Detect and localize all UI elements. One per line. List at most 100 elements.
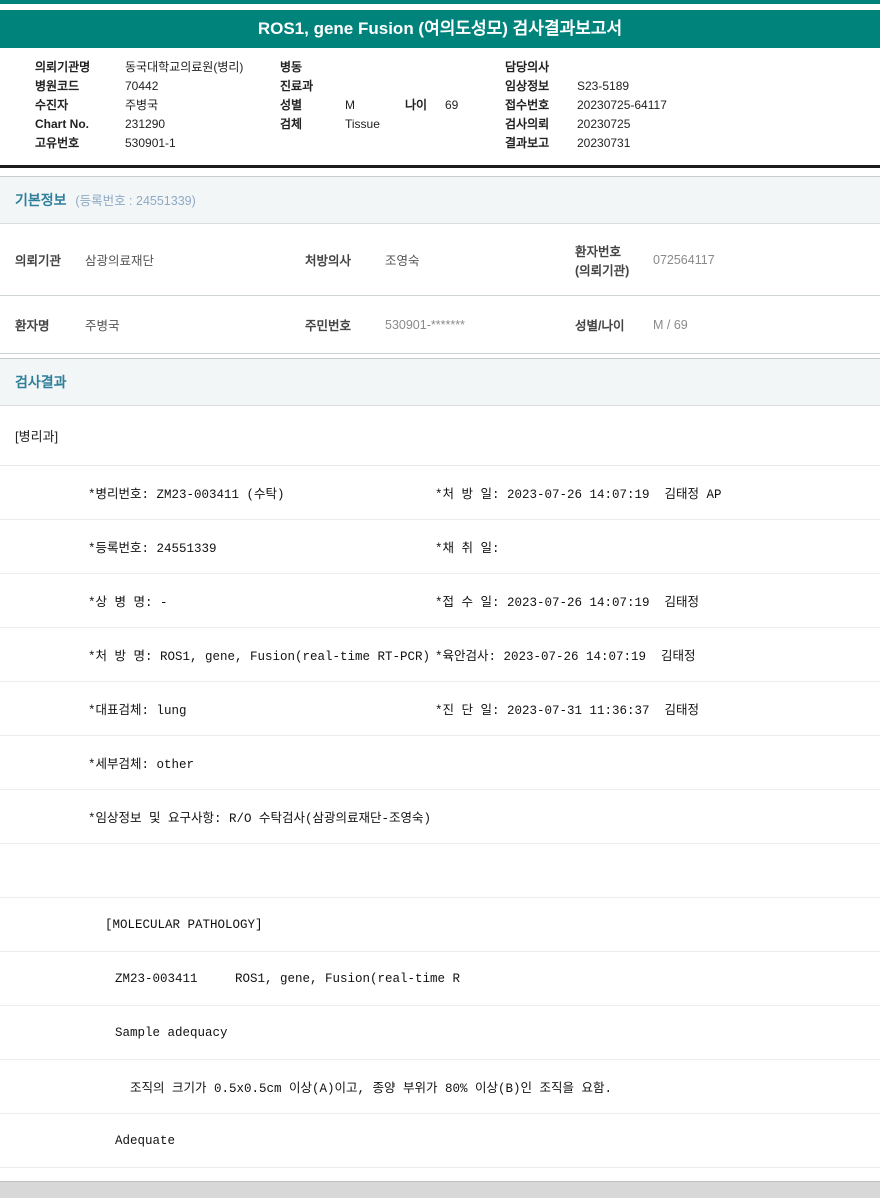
- table-row: 환자명 주병국 주민번호 530901-******* 성별/나이 M / 69: [0, 296, 880, 354]
- top-accent-rule: [0, 0, 880, 4]
- result-right-text: *진 단 일: 2023-07-31 11:36:37 김태정: [435, 704, 700, 718]
- cell-label: 환자명: [15, 319, 50, 333]
- field-department: 진료과: [280, 77, 505, 96]
- field-value: 20230731: [577, 136, 631, 150]
- result-line-adequacy-result: Adequate: [0, 1114, 880, 1168]
- field-clinical-info: 임상정보 S23-5189: [505, 77, 880, 96]
- result-left-text: 조직의 크기가 0.5x0.5cm 이상(A)이고, 종양 부위가 80% 이상…: [130, 1082, 613, 1096]
- cell-label: 환자번호 (의뢰기관): [575, 241, 653, 279]
- department-label: [병리과]: [0, 406, 880, 466]
- section-title: 검사결과: [15, 374, 67, 390]
- result-line-pathology-no: *병리번호: ZM23-003411 (수탁) *처 방 일: 2023-07-…: [0, 466, 880, 520]
- field-label: 나이: [405, 98, 428, 112]
- result-left-text: Sample adequacy: [115, 1025, 228, 1040]
- field-ward: 병동: [280, 58, 505, 77]
- field-value: 동국대학교의료원(병리): [125, 60, 244, 74]
- cell-resident-number: 주민번호 530901-*******: [305, 315, 575, 334]
- result-line-sample-adequacy-heading: Sample adequacy: [0, 1006, 880, 1060]
- basic-info-section-header: 기본정보 (등록번호 : 24551339): [0, 176, 880, 224]
- cell-label: 의뢰기관: [15, 254, 62, 268]
- cell-requesting-org: 의뢰기관 삼광의료재단: [0, 250, 305, 269]
- field-requesting-org: 의뢰기관명 동국대학교의료원(병리): [35, 58, 280, 77]
- field-label: 병원코드: [35, 79, 80, 93]
- cell-value: 삼광의료재단: [85, 254, 155, 268]
- result-line-blank: [0, 844, 880, 898]
- result-right-text: *처 방 일: 2023-07-26 14:07:19 김태정 AP: [435, 488, 722, 502]
- cell-patient-number: 환자번호 (의뢰기관) 072564117: [575, 241, 880, 279]
- cell-value: 530901-*******: [385, 317, 465, 332]
- field-label: 병동: [280, 60, 303, 74]
- results-section-header: 검사결과: [0, 358, 880, 406]
- horizontal-scrollbar[interactable]: [0, 1181, 880, 1198]
- result-line-molecular-pathology-heading: [MOLECULAR PATHOLOGY]: [0, 898, 880, 952]
- patient-header: 의뢰기관명 동국대학교의료원(병리) 병원코드 70442 수진자 주병국 Ch…: [0, 48, 880, 168]
- result-left-text: ZM23-003411 ROS1, gene, Fusion(real-time…: [115, 971, 461, 986]
- field-value: 69: [445, 98, 459, 112]
- result-line-specimen-test-name: ZM23-003411 ROS1, gene, Fusion(real-time…: [0, 952, 880, 1006]
- field-chart-no: Chart No. 231290: [35, 115, 280, 134]
- cell-label: 주민번호: [305, 319, 352, 333]
- field-value: 주병국: [125, 98, 159, 112]
- field-label: 접수번호: [505, 98, 550, 112]
- field-value: Tissue: [345, 117, 380, 131]
- result-line-sub-specimen: *세부검체: other: [0, 736, 880, 790]
- patient-header-middle-column: 병동 진료과 성별 M 나이 69 검체 Tissue: [280, 58, 505, 153]
- result-line-main-specimen: *대표검체: lung *진 단 일: 2023-07-31 11:36:37 …: [0, 682, 880, 736]
- result-left-text: *등록번호: 24551339: [88, 542, 217, 556]
- cell-label: 처방의사: [305, 254, 352, 268]
- cell-value: M / 69: [653, 317, 688, 332]
- result-left-text: *대표검체: lung: [88, 704, 187, 718]
- section-title: 기본정보: [15, 192, 67, 208]
- field-value: 20230725: [577, 117, 631, 131]
- field-label: 검사의뢰: [505, 117, 550, 131]
- cell-value: 072564117: [653, 252, 715, 267]
- field-label: 담당의사: [505, 60, 550, 74]
- cell-patient-name: 환자명 주병국: [0, 315, 305, 334]
- section-subtitle: (등록번호 : 24551339): [75, 194, 196, 208]
- field-test-request-date: 검사의뢰 20230725: [505, 115, 880, 134]
- result-left-text: *임상정보 및 요구사항: R/O 수탁검사(삼광의료재단-조영숙): [88, 812, 432, 826]
- patient-header-right-column: 담당의사 임상정보 S23-5189 접수번호 20230725-64117 검…: [505, 58, 880, 153]
- cell-label-line1: 환자번호: [575, 244, 622, 259]
- field-value: M: [345, 98, 355, 112]
- field-unique-no: 고유번호 530901-1: [35, 134, 280, 153]
- cell-label-line2: (의뢰기관): [575, 263, 630, 278]
- result-right-text: *접 수 일: 2023-07-26 14:07:19 김태정: [435, 596, 700, 610]
- report-title: ROS1, gene Fusion (여의도성모) 검사결과보고서: [0, 10, 880, 48]
- field-value: S23-5189: [577, 79, 630, 93]
- cell-label: 성별/나이: [575, 319, 625, 333]
- result-line-diagnosis-name: *상 병 명: - *접 수 일: 2023-07-26 14:07:19 김태…: [0, 574, 880, 628]
- cell-value: 주병국: [85, 319, 120, 333]
- field-specimen: 검체 Tissue: [280, 115, 505, 134]
- result-right-text: *채 취 일:: [435, 542, 500, 556]
- field-accession-no: 접수번호 20230725-64117: [505, 96, 880, 115]
- cell-value: 조영숙: [385, 254, 420, 268]
- field-label: 의뢰기관명: [35, 60, 91, 74]
- field-value: 231290: [125, 117, 166, 131]
- result-left-text: *상 병 명: -: [88, 596, 168, 610]
- field-result-report-date: 결과보고 20230731: [505, 134, 880, 153]
- field-label: 진료과: [280, 79, 314, 93]
- field-hospital-code: 병원코드 70442: [35, 77, 280, 96]
- field-sex-age: 성별 M 나이 69: [280, 96, 505, 115]
- result-left-text: *병리번호: ZM23-003411 (수탁): [88, 488, 285, 502]
- result-left-text: *처 방 명: ROS1, gene, Fusion(real-time RT-…: [88, 650, 431, 664]
- field-label: 수진자: [35, 98, 69, 112]
- field-examinee: 수진자 주병국: [35, 96, 280, 115]
- table-row: 의뢰기관 삼광의료재단 처방의사 조영숙 환자번호 (의뢰기관) 07256411…: [0, 224, 880, 296]
- field-value: 20230725-64117: [577, 98, 667, 112]
- result-right-text: *육안검사: 2023-07-26 14:07:19 김태정: [435, 650, 696, 664]
- field-label: 검체: [280, 117, 303, 131]
- result-left-text: *세부검체: other: [88, 758, 195, 772]
- cell-sex-age: 성별/나이 M / 69: [575, 315, 880, 334]
- field-value: 530901-1: [125, 136, 176, 150]
- field-attending-doctor: 담당의사: [505, 58, 880, 77]
- patient-header-left-column: 의뢰기관명 동국대학교의료원(병리) 병원코드 70442 수진자 주병국 Ch…: [0, 58, 280, 153]
- field-label: 임상정보: [505, 79, 550, 93]
- field-label: 결과보고: [505, 136, 550, 150]
- result-left-text: [MOLECULAR PATHOLOGY]: [105, 917, 263, 932]
- result-line-adequacy-criteria: 조직의 크기가 0.5x0.5cm 이상(A)이고, 종양 부위가 80% 이상…: [0, 1060, 880, 1114]
- result-line-clinical-info: *임상정보 및 요구사항: R/O 수탁검사(삼광의료재단-조영숙): [0, 790, 880, 844]
- result-line-registration-no: *등록번호: 24551339 *채 취 일:: [0, 520, 880, 574]
- cell-prescribing-doctor: 처방의사 조영숙: [305, 250, 575, 269]
